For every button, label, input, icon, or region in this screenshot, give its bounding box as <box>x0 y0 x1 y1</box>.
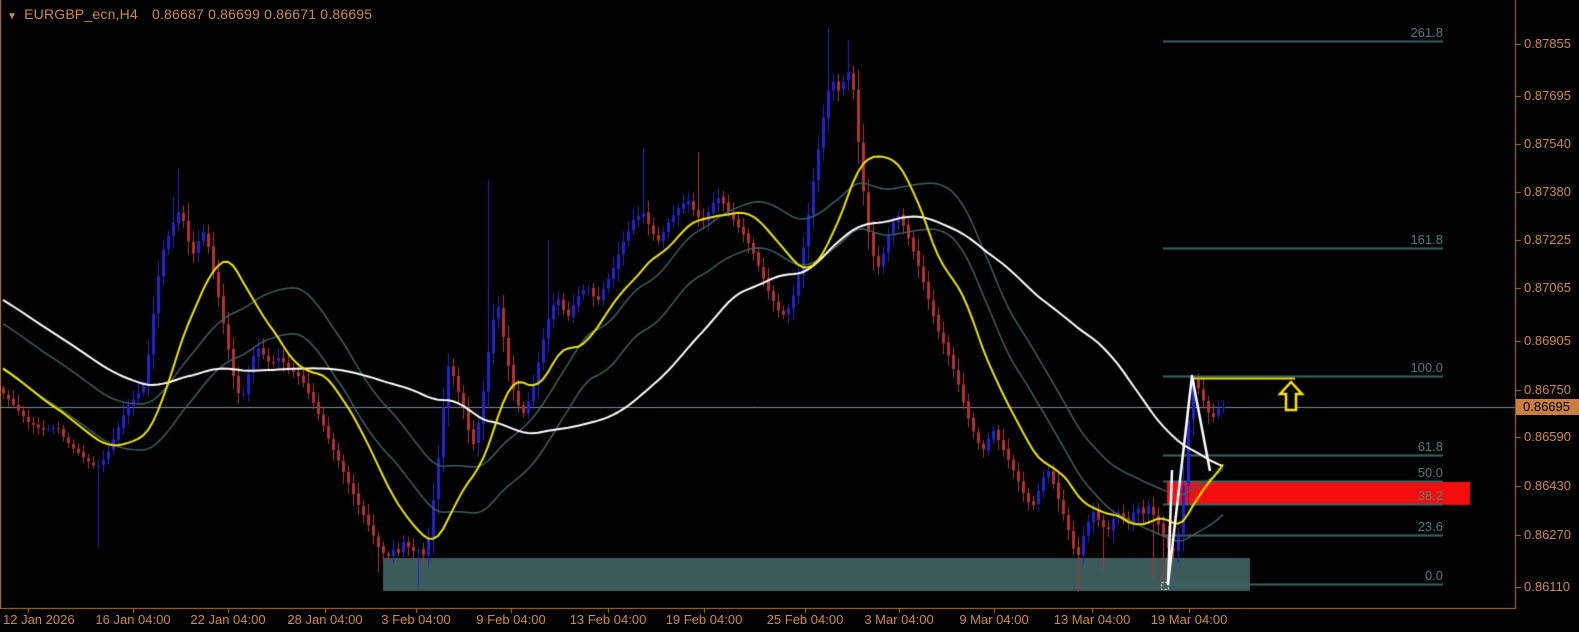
chart-title: ▼ EURGBP_ecn,H4 0.86687 0.86699 0.86671 0.… <box>7 6 372 22</box>
symbol-dropdown-icon[interactable]: ▼ <box>7 11 17 22</box>
symbol-label: EURGBP_ecn,H4 <box>24 6 138 22</box>
chart-window: ▼ EURGBP_ecn,H4 0.86687 0.86699 0.86671 0.… <box>0 0 1579 632</box>
price-chart-canvas[interactable] <box>0 0 1579 632</box>
ohlc-values: 0.86687 0.86699 0.86671 0.86695 <box>151 6 373 22</box>
